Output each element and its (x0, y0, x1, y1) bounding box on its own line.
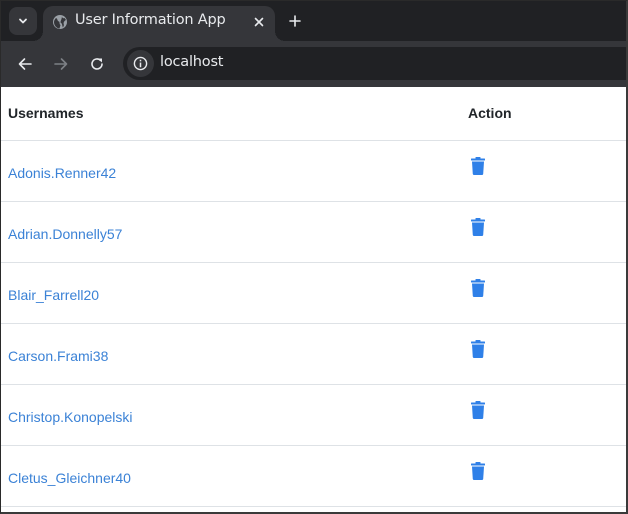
username-cell: Adrian.Donnelly57 (1, 201, 461, 263)
site-info-button[interactable] (127, 50, 154, 77)
browser-tab[interactable]: User Information App (33, 6, 285, 41)
reload-icon (91, 58, 103, 70)
delete-button[interactable] (471, 279, 485, 297)
trash-icon (471, 279, 485, 297)
username-link[interactable]: Cletus_Gleichner40 (8, 470, 131, 486)
username-cell: Carson.Frami38 (1, 323, 461, 385)
username-cell: Adonis.Renner42 (1, 140, 461, 202)
table-row: Blair_Farrell20 (1, 262, 626, 324)
chevron-down-icon (19, 18, 27, 24)
usernames-header: Usernames (1, 87, 461, 141)
arrow-right-icon (54, 58, 68, 70)
action-cell (461, 140, 626, 202)
trash-icon (471, 157, 485, 175)
username-link[interactable]: Christop.Konopelski (8, 409, 133, 425)
action-header: Action (461, 87, 626, 141)
table-row: Carson.Frami38 (1, 323, 626, 385)
url-text[interactable]: localhost (160, 54, 223, 70)
arrow-left-icon (18, 58, 32, 70)
tab-title: User Information App (75, 12, 226, 28)
trash-icon (471, 462, 485, 480)
users-table: Usernames Action Adonis.Renner42 Adrian.… (1, 87, 626, 507)
username-link[interactable]: Adrian.Donnelly57 (8, 226, 122, 242)
table-row: Adrian.Donnelly57 (1, 201, 626, 263)
table-row: Adonis.Renner42 (1, 140, 626, 202)
globe-icon (53, 15, 67, 29)
username-link[interactable]: Carson.Frami38 (8, 348, 108, 364)
tab-close-button[interactable] (248, 11, 270, 33)
table-row: Cletus_Gleichner40 (1, 445, 626, 507)
trash-icon (471, 340, 485, 358)
reload-button[interactable] (85, 52, 109, 76)
browser-toolbar: localhost (1, 41, 626, 87)
username-link[interactable]: Adonis.Renner42 (8, 165, 116, 181)
forward-button[interactable] (49, 52, 73, 76)
trash-icon (471, 218, 485, 236)
delete-button[interactable] (471, 462, 485, 480)
table-header-row: Usernames Action (1, 87, 626, 141)
username-cell: Cletus_Gleichner40 (1, 445, 461, 507)
action-cell (461, 262, 626, 324)
delete-button[interactable] (471, 401, 485, 419)
delete-button[interactable] (471, 218, 485, 236)
delete-button[interactable] (471, 157, 485, 175)
browser-window: User Information App localhost Usernames… (0, 0, 628, 514)
address-bar[interactable]: localhost (123, 47, 626, 80)
action-cell (461, 445, 626, 507)
tab-strip: User Information App (1, 1, 626, 41)
action-cell (461, 323, 626, 385)
info-icon (133, 56, 148, 71)
username-cell: Blair_Farrell20 (1, 262, 461, 324)
trash-icon (471, 401, 485, 419)
table-row: Christop.Konopelski (1, 384, 626, 446)
plus-icon (289, 15, 301, 27)
action-cell (461, 384, 626, 446)
username-cell: Christop.Konopelski (1, 384, 461, 446)
username-link[interactable]: Blair_Farrell20 (8, 287, 99, 303)
close-icon (254, 17, 264, 27)
back-button[interactable] (13, 52, 37, 76)
page-content: Usernames Action Adonis.Renner42 Adrian.… (1, 87, 626, 512)
delete-button[interactable] (471, 340, 485, 358)
action-cell (461, 201, 626, 263)
new-tab-button[interactable] (284, 10, 306, 32)
